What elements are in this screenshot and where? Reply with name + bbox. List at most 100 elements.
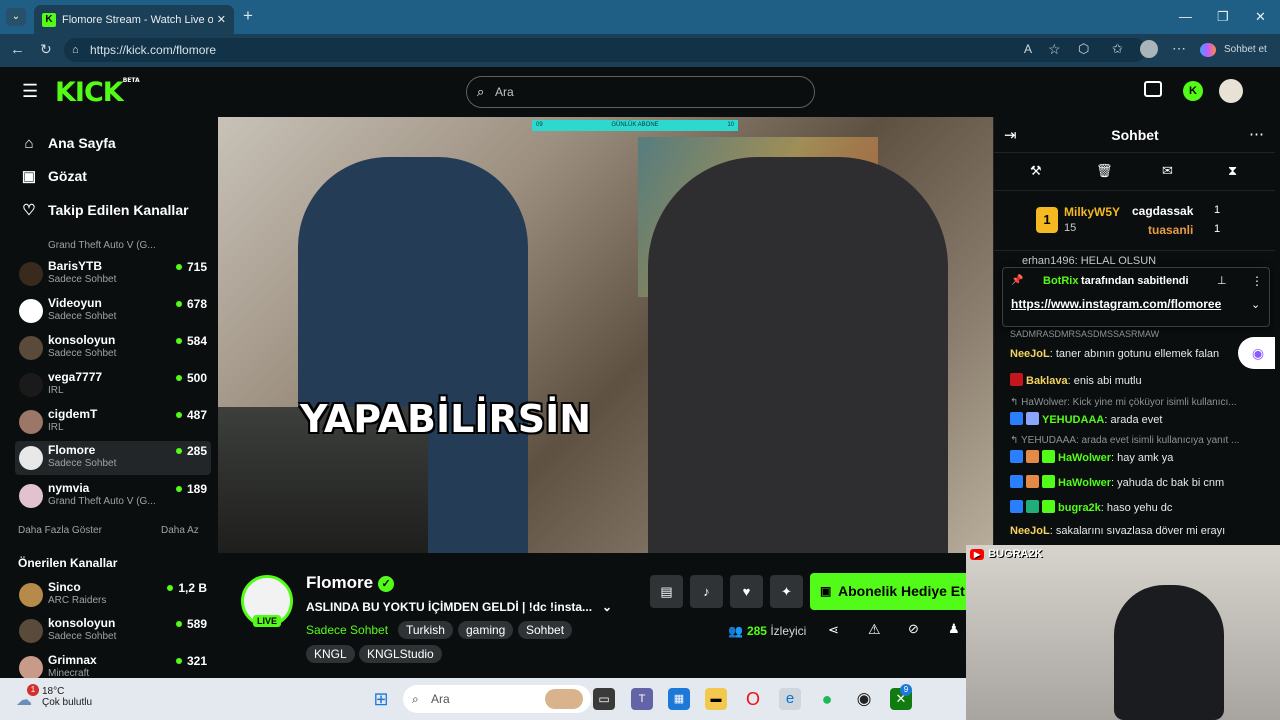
store-icon[interactable]: ▦ (668, 688, 690, 710)
followed-channel[interactable]: Videoyun Sadece Sohbet 678 (15, 294, 211, 328)
channel-avatar (19, 446, 43, 470)
obs-icon[interactable]: ◉ (853, 688, 875, 710)
user-badge-icon (1010, 475, 1023, 488)
copilot-icon[interactable] (1200, 43, 1216, 57)
more-menu-icon[interactable]: ⋯ (1172, 40, 1186, 57)
recommended-channel[interactable]: konsoloyun Sadece Sohbet 589 (15, 614, 211, 648)
partial-chat-message: erhan1496: HELAL OLSUN (1022, 255, 1157, 267)
search-input[interactable]: ⌕ Ara (466, 76, 815, 108)
stream-tag[interactable]: KNGL (306, 645, 355, 663)
followed-channel[interactable]: cigdemT IRL 487 (15, 405, 211, 439)
close-window-button[interactable]: ✕ (1255, 9, 1266, 25)
report-icon[interactable]: ⚠ (868, 621, 881, 638)
video-player[interactable]: 09 GÜNLÜK ABONE 10 YAPABİLİRSİN (218, 117, 993, 553)
channel-name[interactable]: Flomore ✓ (306, 573, 395, 593)
follow-heart-button[interactable]: ♥ (730, 575, 763, 608)
stream-tag[interactable]: Sohbet (518, 621, 573, 639)
copilot-label[interactable]: Sohbet et (1224, 44, 1267, 55)
read-aloud-icon[interactable]: A (1024, 42, 1032, 56)
sparkle-button[interactable]: ✦ (770, 575, 803, 608)
kick-logo[interactable]: KICKBETA (55, 77, 140, 108)
pinned-menu-icon[interactable]: ⋮ (1251, 274, 1263, 288)
stream-tag[interactable]: KNGLStudio (359, 645, 442, 663)
weather-widget[interactable]: ☁ 1 18°C Çok bulutlu (16, 684, 92, 709)
video-caption: YAPABİLİRSİN (300, 397, 592, 441)
followed-channel-active[interactable]: Flomore Sadece Sohbet 285 (15, 441, 211, 475)
site-info-icon[interactable]: ⌂ (72, 38, 79, 62)
drops-icon[interactable] (1144, 81, 1162, 97)
recommended-channel[interactable]: Grimnax Minecraft 321 (15, 651, 211, 678)
stream-category[interactable]: Sadece Sohbet (306, 623, 388, 637)
favorite-star-icon[interactable]: ☆ (1048, 41, 1061, 58)
kick-coin-icon[interactable]: K (1183, 81, 1203, 101)
floating-assistant-icon[interactable]: ◉ (1238, 337, 1275, 369)
pinned-link[interactable]: https://www.instagram.com/flomoree (1011, 297, 1221, 311)
followed-channel[interactable]: konsoloyun Sadece Sohbet 584 (15, 331, 211, 365)
unpin-icon[interactable]: ⊥ (1217, 274, 1227, 287)
chevron-down-icon[interactable]: ⌄ (602, 600, 612, 614)
slow-mode-hourglass-icon[interactable]: ⧗ (1228, 163, 1237, 179)
channel-avatar (19, 336, 43, 360)
webcam-overlay: BUGRA2K (966, 545, 1280, 720)
chat-bubble-icon[interactable]: ✉ (1162, 163, 1173, 179)
expand-chevron-icon[interactable]: ⌄ (1251, 298, 1260, 311)
back-icon[interactable]: ← (10, 41, 25, 58)
edge-icon[interactable]: e (779, 688, 801, 710)
share-icon[interactable]: ⋖ (828, 622, 839, 638)
chat-panel: ⇥ Sohbet ⋯ ⚒ 🗑 ✉ ⧗ 1 MilkyW5Y 15 cagdass… (993, 117, 1275, 544)
hide-icon[interactable]: ⊘ (908, 621, 919, 637)
stream-info: LIVE Flomore ✓ ASLINDA BU YOKTU İÇİMDEN G… (218, 553, 993, 678)
reply-context: ↰ HaWolwer: Kick yine mi çöküyor isimli … (1010, 397, 1237, 408)
nav-following[interactable]: ♡ Takip Edilen Kanallar (19, 197, 188, 223)
stream-tag[interactable]: Turkish (398, 621, 453, 639)
chat-settings-icon[interactable]: ⋯ (1249, 125, 1264, 143)
followed-channel[interactable]: vega7777 IRL 500 (15, 368, 211, 402)
channel-avatar (19, 484, 43, 508)
gift-leaderboard: 1 MilkyW5Y 15 cagdassak 1 tuasanli 1 (994, 191, 1275, 251)
extensions-icon[interactable]: ⬡ (1078, 41, 1089, 57)
nav-browse[interactable]: ▣ Gözat (19, 163, 87, 189)
spotify-icon[interactable]: ● (816, 688, 838, 710)
mod-hammer-icon[interactable]: ⚒ (1030, 163, 1042, 179)
maximize-button[interactable]: ❐ (1217, 9, 1229, 25)
taskbar-search-placeholder: Ara (431, 692, 450, 706)
opera-icon[interactable]: O (742, 688, 764, 710)
menu-icon[interactable]: ☰ (22, 81, 38, 102)
profile-avatar[interactable] (1140, 40, 1158, 58)
first-place-icon: 1 (1036, 207, 1058, 233)
windows-start-icon[interactable]: ⊞ (370, 688, 392, 710)
teams-icon[interactable]: T (631, 688, 653, 710)
followed-channel[interactable]: BarisYTB Sadece Sohbet 715 (15, 257, 211, 291)
partial-chat-message: SADMRASDMRSASDMSSASRMAW (1010, 329, 1160, 337)
favorites-icon[interactable]: ✩ (1112, 41, 1123, 57)
browser-tab[interactable]: K Flomore Stream - Watch Live on Kick ✕ (34, 5, 234, 34)
show-less-link[interactable]: Daha Az (161, 525, 199, 536)
show-more-link[interactable]: Daha Fazla Göster (18, 525, 102, 536)
close-tab-icon[interactable]: ✕ (217, 13, 226, 26)
user-badge-icon (1026, 475, 1039, 488)
live-badge: LIVE (253, 615, 282, 627)
minimize-button[interactable]: — (1179, 9, 1192, 24)
user-icon[interactable]: ♟ (948, 621, 960, 637)
theater-mode-button[interactable]: ▤ (650, 575, 683, 608)
task-view-icon[interactable]: ▭ (593, 688, 615, 710)
mod-toolbar: ⚒ 🗑 ✉ ⧗ (994, 153, 1275, 191)
trash-icon[interactable]: 🗑 (1096, 163, 1113, 179)
file-explorer-icon[interactable]: ▬ (705, 688, 727, 710)
recommended-channel[interactable]: Sinco ARC Raiders 1,2 B (15, 578, 211, 612)
user-badge-icon (1042, 500, 1055, 513)
taskbar-search[interactable]: ⌕ Ara (403, 685, 591, 713)
address-bar-row: ← ↻ ⌂ https://kick.com/flomore A ☆ ⬡ ✩ ⋯… (0, 34, 1280, 67)
gift-subscription-button[interactable]: Abonelik Hediye Et (810, 573, 982, 610)
stream-tag[interactable]: gaming (458, 621, 514, 639)
chat-message: NeeJoL: taner abının gotunu ellemek fala… (1010, 348, 1220, 360)
url-field[interactable]: ⌂ https://kick.com/flomore (64, 38, 1146, 62)
new-tab-icon[interactable]: + (243, 6, 253, 26)
followed-channel[interactable]: nymvia Grand Theft Auto V (G... 189 (15, 479, 211, 513)
tab-actions-chevron-icon[interactable]: ⌄ (6, 8, 26, 26)
chat-message: NeeJoL: sakalarını sıvazlasa döver mi er… (1010, 525, 1226, 537)
notification-bell-button[interactable]: ♪ (690, 575, 723, 608)
user-avatar[interactable] (1219, 79, 1243, 103)
refresh-icon[interactable]: ↻ (40, 41, 52, 58)
nav-home[interactable]: ⌂ Ana Sayfa (19, 130, 115, 156)
